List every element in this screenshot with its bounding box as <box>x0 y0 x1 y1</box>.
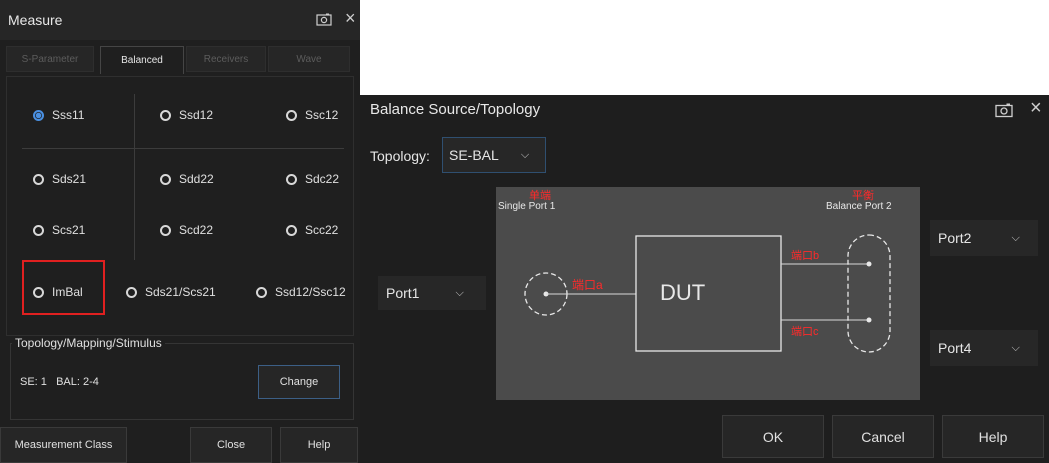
screenshot-icon[interactable] <box>316 13 332 26</box>
radio-sdd22[interactable]: Sdd22 <box>160 172 214 186</box>
grid-divider <box>22 148 344 149</box>
radio-scd22[interactable]: Scd22 <box>160 223 213 237</box>
topology-select-value: SE-BAL <box>449 147 499 163</box>
radio-icon <box>286 109 297 121</box>
measure-title: Measure <box>8 12 63 28</box>
radio-ssd12-ssc12[interactable]: Ssd12/Ssc12 <box>256 285 346 299</box>
change-button[interactable]: Change <box>258 365 340 399</box>
port-b-label: 端口b <box>791 250 820 262</box>
radio-sss11[interactable]: Sss11 <box>33 108 84 122</box>
radio-icon <box>33 286 44 298</box>
dut-label: DUT <box>660 280 706 305</box>
chevron-down-icon: ⌵ <box>455 286 464 299</box>
radio-sdc22[interactable]: Sdc22 <box>286 172 339 186</box>
radio-selected-icon <box>33 109 44 121</box>
radio-icon <box>286 173 297 185</box>
radio-icon <box>286 224 297 236</box>
help-button[interactable]: Help <box>942 415 1044 458</box>
help-button[interactable]: Help <box>280 427 358 463</box>
chevron-down-icon: ⌵ <box>1011 341 1020 354</box>
topology-select[interactable]: SE-BAL ⌵ <box>442 137 546 173</box>
left-port-select[interactable]: Port1 ⌵ <box>378 276 486 310</box>
radio-icon <box>126 286 137 298</box>
topology-diagram: 单端 Single Port 1 平衡 Balance Port 2 DUT 端… <box>496 187 920 400</box>
topology-schematic <box>524 234 891 353</box>
right-port-bottom-select[interactable]: Port4 ⌵ <box>930 330 1038 366</box>
cancel-button[interactable]: Cancel <box>832 415 934 458</box>
radio-sds21[interactable]: Sds21 <box>33 172 86 186</box>
radio-icon <box>33 173 44 185</box>
tab-balanced[interactable]: Balanced <box>100 46 184 74</box>
measurement-class-button[interactable]: Measurement Class <box>0 427 127 463</box>
radio-icon <box>160 109 171 121</box>
tab-receivers[interactable]: Receivers <box>186 46 266 72</box>
chevron-down-icon: ⌵ <box>520 148 530 161</box>
balance-title: Balance Source/Topology <box>370 101 541 118</box>
port-c-label: 端口c <box>791 326 819 338</box>
tab-s-parameter[interactable]: S-Parameter <box>6 46 94 72</box>
balance-topology-dialog: Balance Source/Topology × Topology: SE-B… <box>360 95 1049 463</box>
port-a-label: 端口a <box>572 278 603 292</box>
screenshot-icon[interactable] <box>995 103 1013 118</box>
close-icon[interactable]: × <box>1030 97 1042 120</box>
topology-label: Topology: <box>370 148 430 164</box>
radio-icon <box>33 224 44 236</box>
tab-wave[interactable]: Wave <box>268 46 350 72</box>
radio-sds21-scs21[interactable]: Sds21/Scs21 <box>126 285 216 299</box>
ok-button[interactable]: OK <box>722 415 824 458</box>
close-button[interactable]: Close <box>190 427 272 463</box>
grid-divider <box>134 94 135 260</box>
radio-scs21[interactable]: Scs21 <box>33 223 85 237</box>
chevron-down-icon: ⌵ <box>1011 231 1020 244</box>
right-port-bottom-value: Port4 <box>938 340 972 356</box>
topology-value: SE: 1 BAL: 2-4 <box>20 376 99 388</box>
radio-ssc12[interactable]: Ssc12 <box>286 108 338 122</box>
radio-scc22[interactable]: Scc22 <box>286 223 338 237</box>
right-port-top-select[interactable]: Port2 ⌵ <box>930 220 1038 256</box>
radio-ssd12[interactable]: Ssd12 <box>160 108 213 122</box>
radio-icon <box>160 224 171 236</box>
right-port-top-value: Port2 <box>938 230 972 246</box>
close-icon[interactable]: × <box>345 8 356 29</box>
radio-icon <box>256 286 267 298</box>
radio-icon <box>160 173 171 185</box>
radio-imbal[interactable]: ImBal <box>33 285 83 299</box>
topology-group-label: Topology/Mapping/Stimulus <box>12 336 165 350</box>
measure-dialog: Measure × S-Parameter Balanced Receivers… <box>0 0 360 463</box>
left-port-value: Port1 <box>386 285 420 301</box>
